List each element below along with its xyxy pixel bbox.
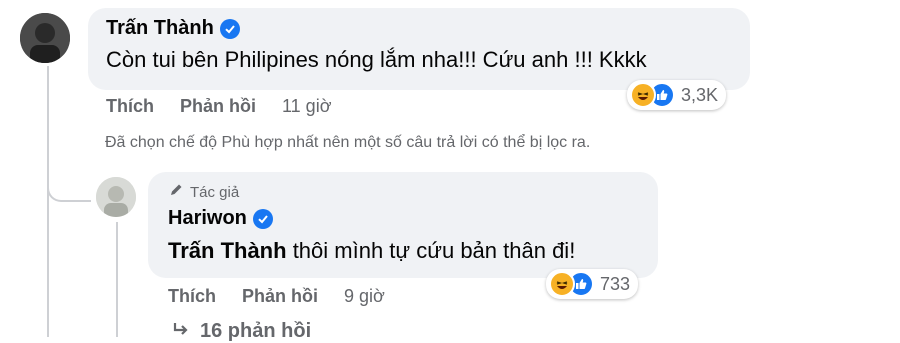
- haha-icon: [549, 271, 575, 297]
- mention-link[interactable]: Trấn Thành: [168, 238, 287, 263]
- author-role-label: Tác giả: [190, 183, 240, 201]
- thread-line: [47, 66, 49, 337]
- verified-badge-icon: [252, 208, 273, 229]
- like-button[interactable]: Thích: [106, 96, 154, 117]
- comment-text: Còn tui bên Philipines nóng lắm nha!!! C…: [106, 47, 647, 72]
- reply-reactions[interactable]: 733: [546, 269, 639, 299]
- pen-icon: [168, 182, 184, 202]
- filter-notice: Đã chọn chế độ Phù hợp nhất nên một số c…: [105, 134, 591, 151]
- reply-author-name[interactable]: Hariwon: [168, 207, 247, 230]
- comment-author-name[interactable]: Trấn Thành: [106, 17, 214, 40]
- comment-actions: Thích Phản hồi 11 giờ: [106, 96, 332, 117]
- avatar-commenter[interactable]: [20, 13, 70, 63]
- like-button[interactable]: Thích: [168, 286, 216, 307]
- thread-line-reply: [116, 222, 118, 337]
- comment-reactions[interactable]: 3,3K: [627, 80, 727, 110]
- verified-badge-icon: [219, 18, 240, 39]
- reply-text-body: thôi mình tự cứu bản thân đi!: [292, 238, 576, 263]
- reply-author-row: Hariwon: [168, 207, 273, 230]
- reply-arrow-icon: [172, 320, 190, 343]
- reply-actions: Thích Phản hồi 9 giờ: [168, 286, 385, 307]
- comment-timestamp[interactable]: 11 giờ: [282, 96, 332, 117]
- reaction-count: 3,3K: [681, 84, 719, 105]
- avatar-reply-author[interactable]: [96, 177, 136, 217]
- reply-timestamp[interactable]: 9 giờ: [344, 286, 385, 307]
- view-more-replies-button[interactable]: 16 phản hồi: [172, 320, 311, 343]
- author-role-badge: Tác giả: [168, 182, 239, 202]
- comment-author-row: Trấn Thành: [106, 17, 240, 40]
- reply-button[interactable]: Phản hồi: [242, 286, 318, 307]
- haha-icon: [630, 82, 656, 108]
- more-replies-label: 16 phản hồi: [200, 320, 312, 342]
- thread-connector: [47, 150, 91, 202]
- reply-button[interactable]: Phản hồi: [180, 96, 256, 117]
- reaction-count: 733: [600, 273, 631, 294]
- reply-text: Trấn Thành thôi mình tự cứu bản thân đi!: [168, 238, 575, 264]
